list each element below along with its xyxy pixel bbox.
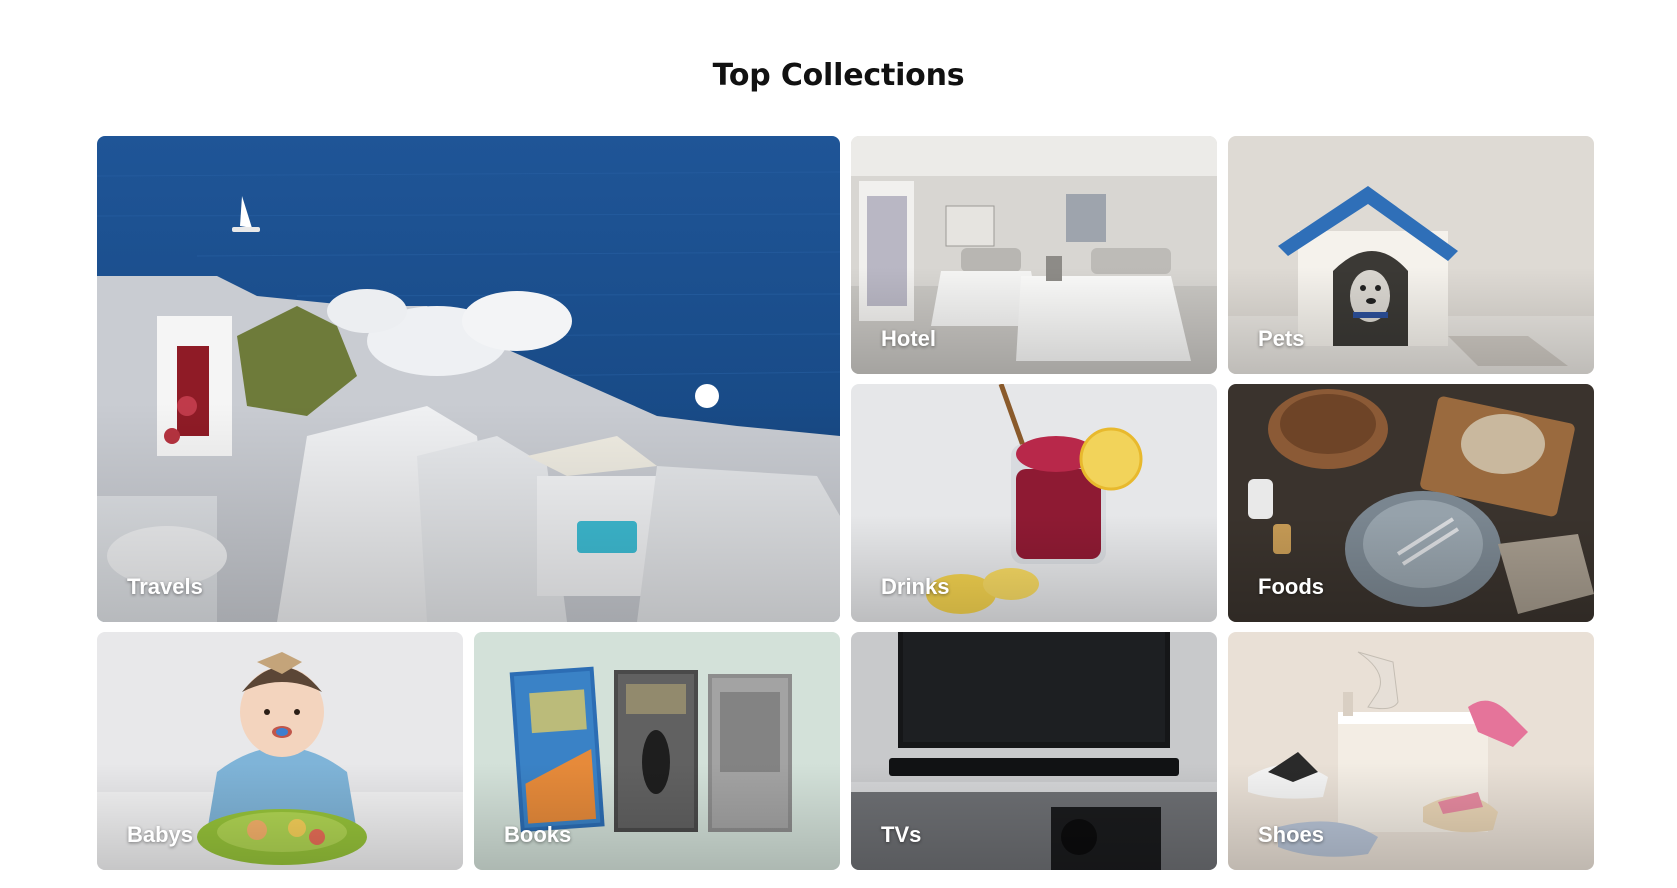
collection-tile-hotel[interactable]: Hotel	[851, 136, 1217, 374]
collection-tile-shoes[interactable]: Shoes	[1228, 632, 1594, 870]
collection-label: Babys	[127, 822, 194, 847]
collection-tile-tvs[interactable]: TVs	[851, 632, 1217, 870]
collection-label: Foods	[1258, 574, 1324, 599]
collection-label: TVs	[881, 822, 922, 847]
section-title: Top Collections	[712, 58, 965, 93]
collection-tile-babys[interactable]: Babys	[97, 632, 463, 870]
collection-label: Hotel	[881, 326, 936, 351]
collection-tile-pets[interactable]: Pets	[1228, 136, 1594, 374]
collection-tile-travels[interactable]: Travels	[97, 136, 840, 622]
collection-label: Shoes	[1258, 822, 1325, 847]
collection-label: Books	[504, 822, 572, 847]
collection-tile-drinks[interactable]: Drinks	[851, 384, 1217, 622]
top-collections-page: Top Collections Travels Hotel Pets Drink…	[0, 0, 1677, 888]
collection-label: Pets	[1258, 326, 1305, 351]
santorini-coast-photo	[97, 136, 840, 622]
collections-grid: Travels Hotel Pets Drinks Foods Babys Bo…	[97, 136, 1594, 870]
collection-label: Travels	[127, 574, 203, 599]
collection-label: Drinks	[881, 574, 950, 599]
collection-tile-books[interactable]: Books	[474, 632, 840, 870]
collection-tile-foods[interactable]: Foods	[1228, 384, 1594, 622]
